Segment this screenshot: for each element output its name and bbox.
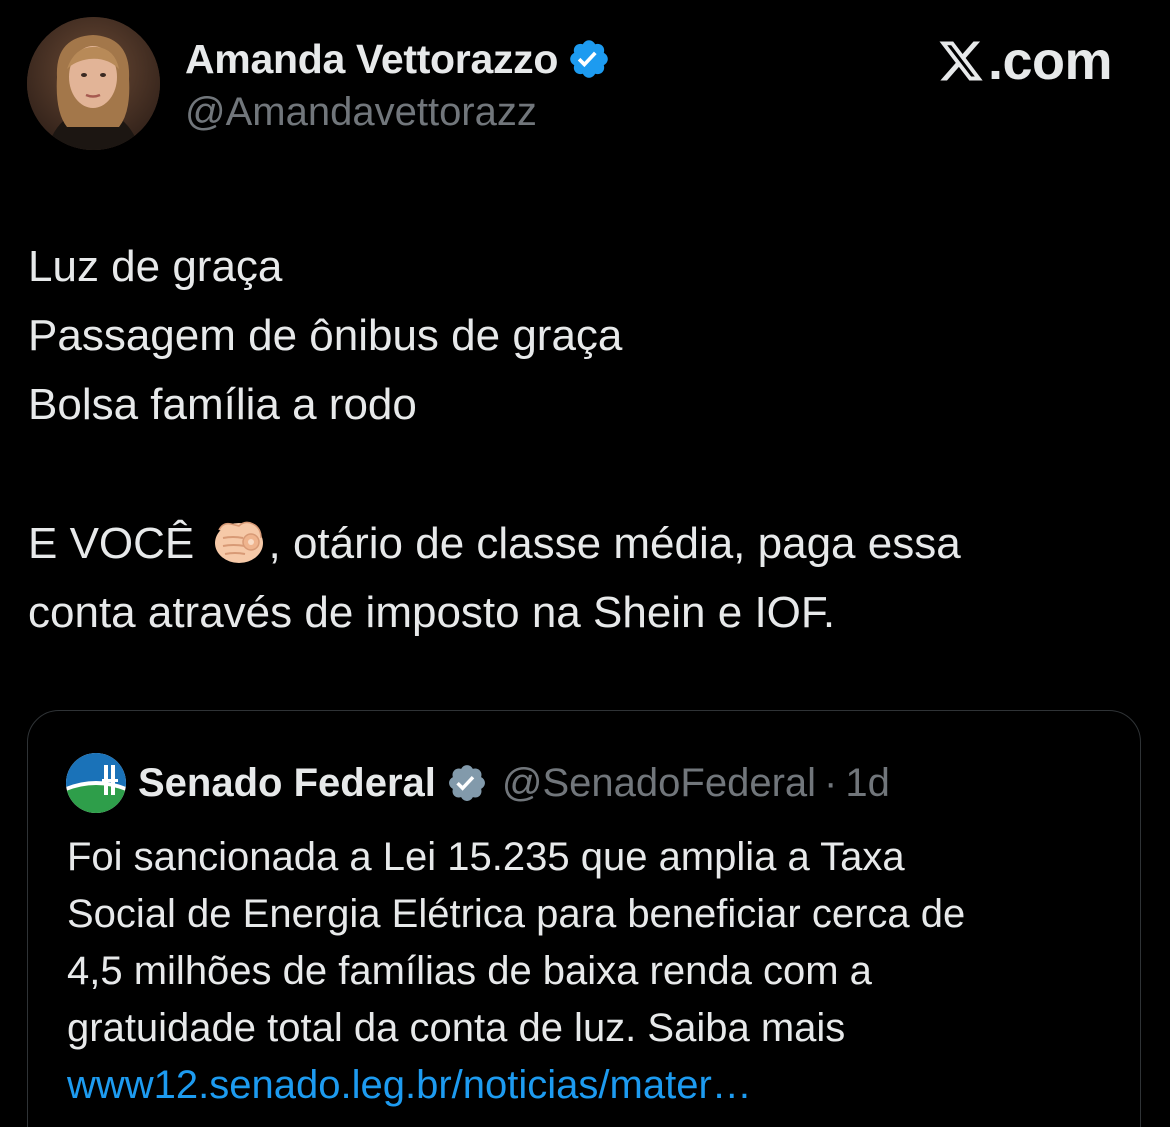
quoted-timestamp[interactable]: 1d xyxy=(845,761,890,806)
quoted-handle[interactable]: @SenadoFederal xyxy=(502,761,816,806)
quoted-tweet-text: Foi sancionada a Lei 15.235 que amplia a… xyxy=(67,829,1117,1114)
quoted-tweet-header: Senado Federal @SenadoFederal · 1d xyxy=(66,753,890,813)
tweet-line: conta através de imposto na Shein e IOF. xyxy=(28,588,836,637)
quoted-text-line: Foi sancionada a Lei 15.235 que amplia a… xyxy=(67,835,905,879)
tweet-line: Passagem de ônibus de graça xyxy=(28,311,623,360)
tweet-line: Bolsa família a rodo xyxy=(28,380,417,429)
separator-dot: · xyxy=(824,760,838,805)
quoted-text-line: 4,5 milhões de famílias de baixa renda c… xyxy=(67,949,872,993)
x-logo-text: .com xyxy=(987,31,1113,91)
tweet-line-end: , otário de classe média, paga essa xyxy=(268,519,961,568)
tweet-line-start: E VOCÊ xyxy=(28,519,207,568)
senado-logo-avatar[interactable] xyxy=(66,753,126,813)
quoted-text-line: gratuidade total da conta de luz. Saiba … xyxy=(67,1006,846,1050)
quoted-news-link[interactable]: www12.senado.leg.br/noticias/mater… xyxy=(67,1057,1117,1114)
author-handle[interactable]: @Amandavettorazz xyxy=(185,90,611,135)
x-logo-icon xyxy=(939,41,983,81)
quoted-tweet-card[interactable]: Senado Federal @SenadoFederal · 1d Foi s… xyxy=(27,710,1141,1127)
pointing-at-viewer-emoji-icon xyxy=(209,516,267,566)
tweet-line: E VOCÊ , otário de classe média, paga es… xyxy=(28,509,1138,578)
author-block: Amanda Vettorazzo @Amandavettorazz xyxy=(185,34,611,134)
x-brand-logo: .com xyxy=(936,30,1113,92)
gray-verified-badge-icon[interactable] xyxy=(446,762,488,804)
tweet-text: Luz de graça Passagem de ônibus de graça… xyxy=(28,232,1138,647)
tweet-line: Luz de graça xyxy=(28,242,283,291)
verified-badge-icon[interactable] xyxy=(567,37,611,81)
quoted-text-line: Social de Energia Elétrica para benefici… xyxy=(67,892,966,936)
quoted-display-name[interactable]: Senado Federal xyxy=(138,761,436,806)
author-display-name[interactable]: Amanda Vettorazzo xyxy=(185,36,558,83)
author-avatar[interactable] xyxy=(27,17,160,150)
